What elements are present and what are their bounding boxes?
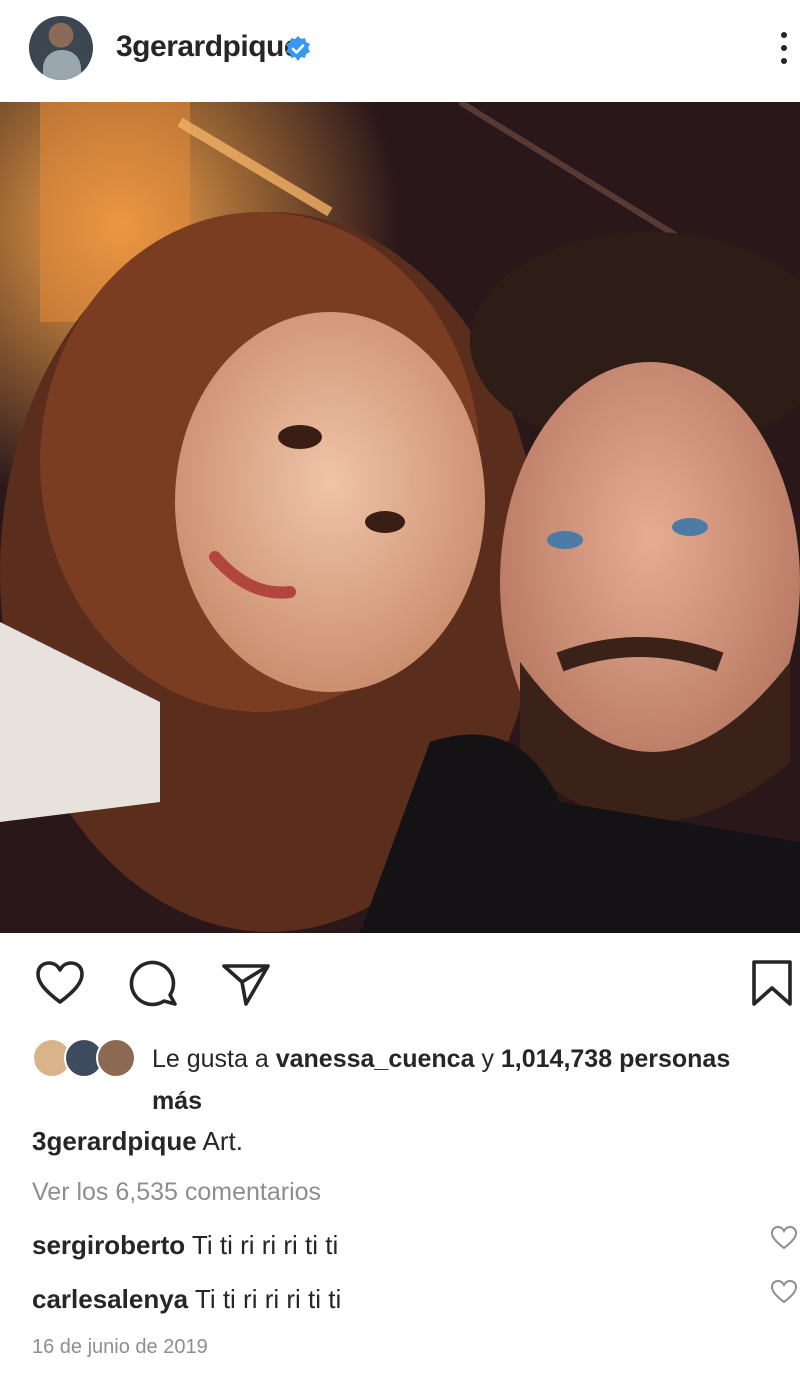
more-options-icon[interactable] [770,28,798,68]
likes-connector: y [481,1045,494,1073]
likes-summary: Le gusta a vanessa_cuenca y 1,014,738 pe… [32,1032,772,1115]
comment-heart-icon[interactable] [770,1278,798,1306]
verified-badge-icon [286,36,310,61]
post-username[interactable]: 3gerardpique [116,30,301,64]
caption-text: Art. [202,1126,243,1156]
view-comments-link[interactable]: Ver los 6,535 comentarios [32,1178,321,1207]
post-caption: 3gerardpique Art. [32,1126,243,1157]
comment-item: carlesalenya Ti ti ri ri ri ti ti [32,1284,772,1315]
profile-avatar[interactable] [29,16,93,80]
photo-illustration [0,102,800,933]
send-icon[interactable] [220,958,272,1010]
liker-avatar [96,1038,136,1078]
post-date: 16 de junio de 2019 [32,1336,208,1358]
bookmark-icon[interactable] [746,958,798,1010]
caption-username[interactable]: 3gerardpique [32,1126,197,1156]
comment-text: Ti ti ri ri ri ti ti [194,1284,342,1314]
comment-text: Ti ti ri ri ri ti ti [191,1230,339,1260]
likes-text[interactable]: Le gusta a vanessa_cuenca y 1,014,738 pe… [152,1038,772,1122]
heart-icon[interactable] [34,958,86,1010]
likes-prefix: Le gusta a [152,1045,269,1073]
post-header: 3gerardpique [0,0,800,102]
liker-avatars[interactable] [32,1038,142,1078]
comment-username[interactable]: sergiroberto [32,1230,185,1260]
likes-count[interactable]: 1,014,738 [501,1045,612,1073]
comment-heart-icon[interactable] [770,1224,798,1252]
avatar-figure [43,50,81,80]
comment-username[interactable]: carlesalenya [32,1284,188,1314]
comment-icon[interactable] [128,958,180,1010]
comment-item: sergiroberto Ti ti ri ri ri ti ti [32,1230,772,1261]
post-photo[interactable] [0,102,800,933]
action-bar [0,940,800,1020]
likes-user[interactable]: vanessa_cuenca [276,1045,475,1073]
